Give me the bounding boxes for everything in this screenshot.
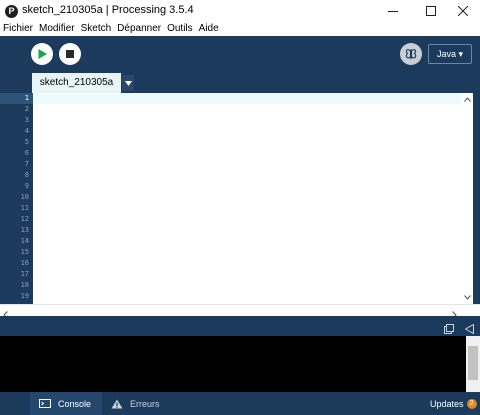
code-text-area[interactable]: [33, 93, 461, 304]
footer-bar: Console Erreurs Updates 2: [0, 392, 480, 415]
line-number: 18: [20, 281, 29, 289]
debugger-button[interactable]: [400, 43, 422, 65]
line-number-gutter: 1 2 3 4 5 6 7 8 9 10 11 12 13 14 15 16 1…: [0, 93, 33, 304]
menu-modifier[interactable]: Modifier: [36, 22, 78, 36]
tab-sketch[interactable]: sketch_210305a: [32, 73, 121, 93]
menu-aide[interactable]: Aide: [196, 22, 222, 36]
scroll-up-icon[interactable]: [463, 95, 471, 103]
line-number: 15: [20, 248, 29, 256]
menu-bar: Fichier Modifier Sketch Dépanner Outils …: [0, 22, 480, 36]
errors-tab[interactable]: Erreurs: [111, 392, 160, 415]
console-tab-label: Console: [58, 398, 92, 409]
line-number: 13: [20, 226, 29, 234]
dropdown-arrow-icon: [124, 80, 132, 86]
tab-menu-button[interactable]: [122, 75, 134, 91]
maximize-icon: [426, 6, 436, 16]
line-number: 5: [24, 138, 29, 146]
processing-app-icon: P: [5, 5, 18, 18]
close-button[interactable]: [446, 0, 480, 22]
menu-fichier[interactable]: Fichier: [0, 22, 36, 36]
butterfly-debug-icon: [405, 49, 417, 59]
line-number: 17: [20, 270, 29, 278]
editor-right-margin: [473, 93, 480, 304]
run-button[interactable]: [31, 43, 53, 65]
console-tab[interactable]: Console: [30, 392, 102, 415]
close-icon: [458, 6, 468, 16]
toolbar: Java ▾: [0, 36, 480, 73]
mode-selector[interactable]: Java ▾: [428, 44, 472, 64]
line-number: 12: [20, 215, 29, 223]
line-number: 6: [24, 149, 29, 157]
line-number: 8: [24, 171, 29, 179]
line-number: 14: [20, 237, 29, 245]
line-number: 10: [20, 193, 29, 201]
tab-row: sketch_210305a: [0, 73, 480, 93]
line-number: 4: [24, 127, 29, 135]
console-scroll-thumb[interactable]: [468, 346, 478, 380]
console-icon: [39, 399, 51, 408]
title-bar: P sketch_210305a | Processing 3.5.4: [0, 0, 480, 22]
console-output: [0, 336, 480, 397]
line-number: 7: [24, 160, 29, 168]
maximize-button[interactable]: [414, 0, 448, 22]
menu-depanner[interactable]: Dépanner: [114, 22, 164, 36]
line-number: 9: [24, 182, 29, 190]
stop-button[interactable]: [59, 43, 81, 65]
console-scrollbar[interactable]: [466, 336, 480, 397]
updates-count-badge: 2: [466, 398, 477, 409]
editor-vertical-scrollbar[interactable]: [461, 93, 473, 304]
line-number: 16: [20, 259, 29, 267]
line-number: 11: [20, 204, 29, 212]
warning-icon: [111, 399, 123, 408]
line-number: 1: [24, 94, 29, 102]
editor-horizontal-scrollbar[interactable]: [0, 304, 480, 319]
minimize-icon: [388, 11, 398, 12]
updates-link[interactable]: Updates 2: [430, 392, 477, 415]
errors-tab-label: Erreurs: [130, 398, 160, 409]
menu-sketch[interactable]: Sketch: [78, 22, 115, 36]
play-icon: [38, 49, 47, 59]
menu-outils[interactable]: Outils: [164, 22, 196, 36]
message-bar: [0, 316, 480, 336]
window-title: sketch_210305a | Processing 3.5.4: [22, 4, 194, 16]
code-editor: 1 2 3 4 5 6 7 8 9 10 11 12 13 14 15 16 1…: [0, 93, 480, 304]
minimize-button[interactable]: [376, 0, 410, 22]
stop-icon: [66, 50, 74, 58]
line-number: 2: [24, 105, 29, 113]
updates-label: Updates: [430, 398, 464, 409]
line-number: 19: [20, 292, 29, 300]
line-number: 3: [24, 116, 29, 124]
scroll-down-icon[interactable]: [463, 293, 471, 301]
